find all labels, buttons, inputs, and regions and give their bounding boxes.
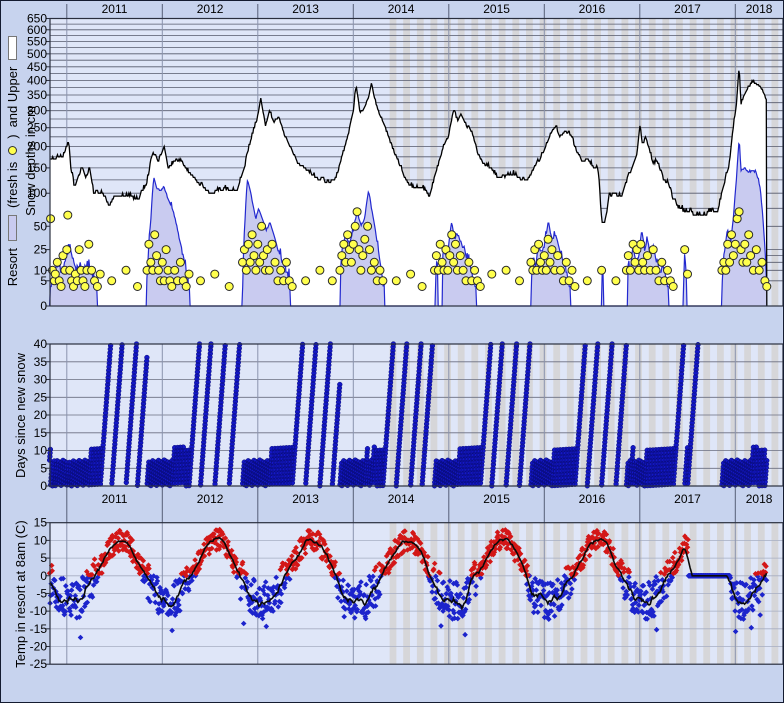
snow-axis-title-legend: Resort (fresh is ) and Upper (4, 17, 20, 305)
upper-label: and Upper (5, 67, 20, 128)
svg-text:2014: 2014 (388, 492, 415, 506)
svg-text:2015: 2015 (483, 492, 510, 506)
svg-text:2012: 2012 (197, 2, 224, 16)
svg-text:10: 10 (34, 444, 48, 458)
svg-text:-15: -15 (30, 622, 48, 636)
svg-text:2013: 2013 (292, 492, 319, 506)
svg-text:2018: 2018 (746, 492, 773, 506)
svg-text:2013: 2013 (292, 2, 319, 16)
temp-axis-title: Temp in resort at 8am (C) (12, 522, 28, 666)
svg-text:25: 25 (34, 390, 48, 404)
svg-text:5: 5 (40, 274, 47, 288)
panel-backgrounds (50, 19, 783, 665)
svg-text:-10: -10 (30, 604, 48, 618)
svg-text:-20: -20 (30, 640, 48, 654)
svg-text:2011: 2011 (102, 2, 128, 16)
resort-label: Resort (5, 248, 20, 286)
svg-text:2016: 2016 (579, 2, 606, 16)
svg-text:0: 0 (40, 479, 47, 493)
svg-text:5: 5 (40, 461, 47, 475)
svg-text:-25: -25 (30, 657, 48, 671)
svg-text:40: 40 (34, 337, 48, 351)
upper-swatch (8, 36, 17, 60)
svg-text:2018: 2018 (746, 2, 773, 16)
svg-text:10: 10 (34, 533, 48, 547)
svg-text:2014: 2014 (388, 2, 415, 16)
svg-text:0: 0 (40, 569, 47, 583)
days-axis-title: Days since new snow (12, 344, 28, 487)
svg-text:2011: 2011 (102, 492, 128, 506)
snow-axis-title: Snow depths in cm (22, 17, 38, 305)
svg-text:20: 20 (34, 408, 48, 422)
resort-swatch (8, 215, 17, 241)
fresh-label-suffix: ) (5, 134, 20, 138)
svg-text:2015: 2015 (483, 2, 510, 16)
svg-text:5: 5 (40, 551, 47, 565)
svg-text:-5: -5 (36, 587, 47, 601)
svg-text:35: 35 (34, 355, 48, 369)
svg-text:15: 15 (34, 426, 48, 440)
svg-text:2017: 2017 (674, 492, 701, 506)
svg-text:30: 30 (34, 373, 48, 387)
svg-text:0: 0 (40, 299, 47, 313)
fresh-snow-dot-icon (8, 146, 17, 155)
snow-history-chart: 6506005505004504003503002502001501005025… (0, 0, 784, 703)
svg-text:2016: 2016 (579, 492, 606, 506)
svg-text:2017: 2017 (674, 2, 701, 16)
fresh-label-prefix: (fresh is (5, 162, 20, 208)
svg-text:15: 15 (34, 516, 48, 530)
chart-canvas: 6506005505004504003503002502001501005025… (1, 1, 784, 703)
svg-text:2012: 2012 (197, 492, 224, 506)
